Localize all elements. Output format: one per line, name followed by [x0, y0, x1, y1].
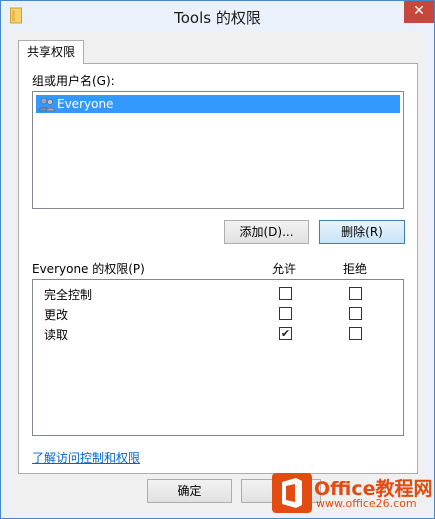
watermark-url: www.office26.com — [316, 497, 417, 510]
tab-panel: 组或用户名(G): Everyone 添加(D)... 删除(R) Everyo… — [18, 63, 418, 474]
allow-column-header: 允许 — [272, 262, 297, 276]
list-item-everyone[interactable]: Everyone — [36, 95, 400, 113]
add-button[interactable]: 添加(D)... — [224, 220, 309, 244]
group-list-label: 组或用户名(G): — [32, 74, 115, 88]
help-link[interactable]: 了解访问控制和权限 — [32, 449, 140, 466]
tab-share-permissions[interactable]: 共享权限 — [18, 40, 84, 64]
allow-read-checkbox[interactable]: ✔ — [279, 327, 292, 340]
allow-full-control-checkbox[interactable] — [279, 287, 292, 300]
window-title: Tools 的权限 — [174, 9, 261, 27]
allow-change-checkbox[interactable] — [279, 307, 292, 320]
permission-row-read: 读取 ✔ — [33, 324, 403, 344]
deny-read-checkbox[interactable] — [349, 327, 362, 340]
permission-row-full-control: 完全控制 — [33, 284, 403, 304]
ok-button[interactable]: 确定 — [147, 479, 232, 503]
deny-column-header: 拒绝 — [343, 262, 368, 276]
deny-full-control-checkbox[interactable] — [349, 287, 362, 300]
deny-change-checkbox[interactable] — [349, 307, 362, 320]
permission-name: 完全控制 — [44, 288, 93, 302]
permission-name: 更改 — [44, 308, 69, 322]
users-icon — [38, 97, 56, 112]
title-bar: Tools 的权限 ✕ — [1, 1, 434, 31]
group-listbox[interactable]: Everyone — [32, 91, 404, 209]
permission-name: 读取 — [44, 328, 69, 342]
office-logo-icon — [272, 473, 312, 513]
list-item-label: Everyone — [57, 97, 114, 111]
permissions-list: 完全控制 更改 读取 ✔ — [32, 279, 404, 436]
watermark: Office教程网 www.office26.com — [272, 472, 433, 514]
permissions-label: Everyone 的权限(P) — [32, 262, 145, 276]
close-button[interactable]: ✕ — [404, 1, 434, 23]
dialog-body: 共享权限 组或用户名(G): Everyone 添加(D)... 删除(R) E… — [9, 31, 427, 512]
permissions-dialog: Tools 的权限 ✕ 共享权限 组或用户名(G): Everyone 添加(D… — [0, 0, 435, 519]
remove-button[interactable]: 删除(R) — [319, 220, 405, 244]
permission-row-change: 更改 — [33, 304, 403, 324]
